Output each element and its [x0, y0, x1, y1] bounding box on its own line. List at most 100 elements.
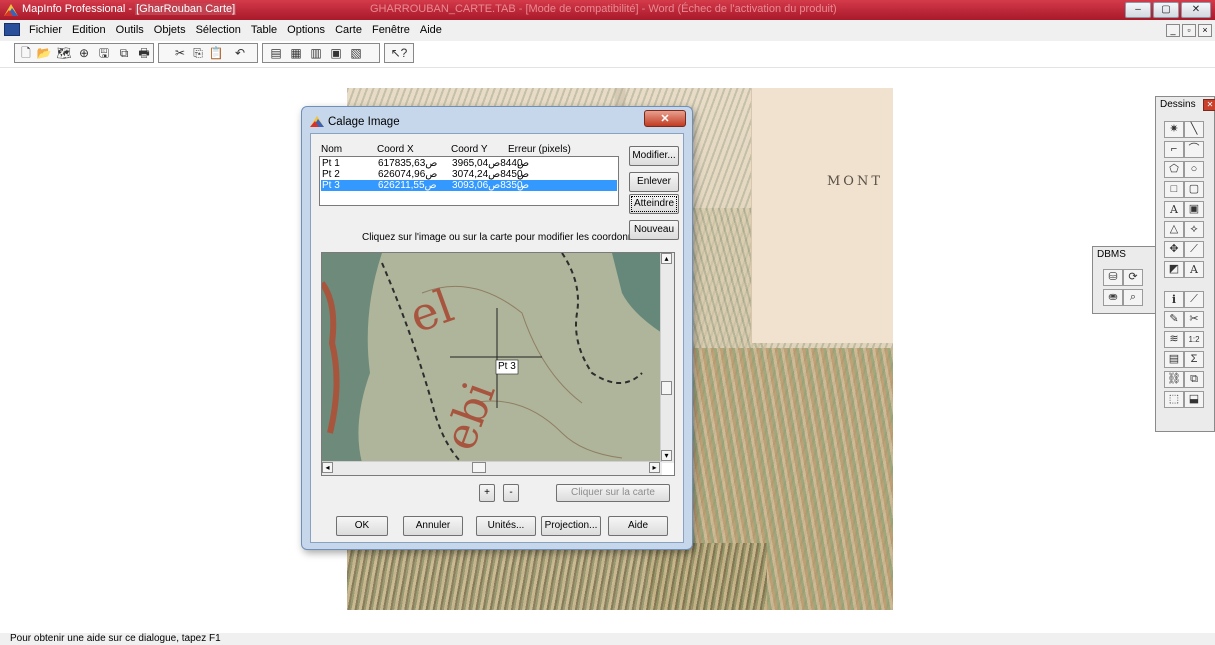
- layer-control-icon[interactable]: ≋: [1164, 331, 1184, 348]
- list-item[interactable]: Pt 1 617ص835,63 3ص844ص965,04 0: [321, 158, 617, 169]
- menu-item[interactable]: Edition: [67, 24, 111, 36]
- dbms-query-icon[interactable]: ⌕: [1123, 289, 1143, 306]
- menu-item[interactable]: Outils: [111, 24, 149, 36]
- points-list[interactable]: Pt 1 617ص835,63 3ص844ص965,04 0 Pt 2 626ص…: [319, 156, 619, 206]
- save-copy-icon[interactable]: ⧉: [115, 45, 133, 61]
- vertical-scrollbar[interactable]: ▴ ▾: [660, 253, 674, 463]
- scroll-down-icon[interactable]: ▾: [661, 450, 672, 461]
- dbms-connection-icon[interactable]: ⛂: [1103, 289, 1123, 306]
- menu-item[interactable]: Sélection: [191, 24, 246, 36]
- ruler-tool-icon[interactable]: ⟋: [1184, 291, 1204, 308]
- scroll-thumb[interactable]: [661, 381, 672, 395]
- text-tool-icon[interactable]: A: [1164, 201, 1184, 218]
- scroll-right-icon[interactable]: ▸: [649, 462, 660, 473]
- statistics-icon[interactable]: Σ: [1184, 351, 1204, 368]
- minimize-button[interactable]: –: [1125, 2, 1151, 18]
- info-tool-icon[interactable]: i: [1164, 291, 1184, 308]
- menu-bar: Fichier Edition Outils Objets Sélection Table…: [0, 20, 1215, 41]
- window-toolbar: ▤ ▦ ▥ ▣ ▧: [262, 43, 380, 63]
- text-style-icon[interactable]: A: [1184, 261, 1204, 278]
- scale-bar-icon[interactable]: 1:2: [1184, 331, 1204, 348]
- document-window-icon[interactable]: [4, 23, 20, 36]
- list-item-selected[interactable]: Pt 3 626ص211,55 3ص835ص093,06 0: [321, 180, 617, 191]
- nouveau-button[interactable]: Nouveau: [629, 220, 679, 240]
- menu-item[interactable]: Fichier: [24, 24, 67, 36]
- new-redistrict-icon[interactable]: ▧: [347, 45, 365, 61]
- menu-item[interactable]: Fenêtre: [367, 24, 415, 36]
- new-layout-icon[interactable]: ▣: [327, 45, 345, 61]
- boundary-select-icon[interactable]: ⬓: [1184, 391, 1204, 408]
- horizontal-scrollbar[interactable]: ◂ ▸: [322, 461, 662, 475]
- modifier-button[interactable]: Modifier...: [629, 146, 679, 166]
- context-help-icon[interactable]: ↖?: [390, 45, 408, 61]
- open-table-icon[interactable]: 🗺: [55, 45, 73, 61]
- region-style-icon[interactable]: ◩: [1164, 261, 1184, 278]
- reshape-tool-icon[interactable]: △: [1164, 221, 1184, 238]
- menu-item[interactable]: Aide: [415, 24, 447, 36]
- menu-item[interactable]: Table: [246, 24, 282, 36]
- map-region: [751, 88, 893, 343]
- refresh-dbms-icon[interactable]: ⟳: [1123, 269, 1143, 286]
- select-tool-icon[interactable]: ⬚: [1164, 391, 1184, 408]
- image-preview[interactable]: el ebi Pt 3 ▴ ▾ ◂ ▸: [321, 252, 675, 476]
- hotlink-icon[interactable]: ⛓: [1164, 371, 1184, 388]
- cut-icon[interactable]: ✂: [171, 45, 189, 61]
- copy-icon[interactable]: ⎘: [189, 45, 207, 61]
- dessins-close-icon[interactable]: ✕: [1203, 99, 1215, 111]
- scroll-thumb[interactable]: [472, 462, 486, 473]
- open-workspace-icon[interactable]: ⊕: [75, 45, 93, 61]
- marker-label: Pt 3: [498, 361, 516, 372]
- new-icon[interactable]: 🗋: [17, 45, 35, 61]
- symbol-tool-icon[interactable]: ✷: [1164, 121, 1184, 138]
- scroll-up-icon[interactable]: ▴: [661, 253, 672, 264]
- projection-button[interactable]: Projection...: [541, 516, 601, 536]
- scroll-left-icon[interactable]: ◂: [322, 462, 333, 473]
- menu-item[interactable]: Objets: [149, 24, 191, 36]
- aide-button[interactable]: Aide: [608, 516, 668, 536]
- polygon-tool-icon[interactable]: ⬠: [1164, 161, 1184, 178]
- label-tool-icon[interactable]: ✎: [1164, 311, 1184, 328]
- menu-item[interactable]: Carte: [330, 24, 367, 36]
- rectangle-tool-icon[interactable]: □: [1164, 181, 1184, 198]
- ok-button[interactable]: OK: [336, 516, 388, 536]
- unites-button[interactable]: Unités...: [476, 516, 536, 536]
- list-item[interactable]: Pt 2 626ص074,96 3ص845ص074,24 0: [321, 169, 617, 180]
- enlever-button[interactable]: Enlever: [629, 172, 679, 192]
- save-icon[interactable]: 🖫: [95, 45, 113, 61]
- add-node-tool-icon[interactable]: ⟡: [1184, 221, 1204, 238]
- legend-icon[interactable]: ▤: [1164, 351, 1184, 368]
- line-tool-icon[interactable]: ╲: [1184, 121, 1204, 138]
- rounded-rectangle-tool-icon[interactable]: ▢: [1184, 181, 1204, 198]
- zoom-out-button[interactable]: -: [503, 484, 519, 502]
- paste-icon[interactable]: 📋: [207, 45, 225, 61]
- mdi-restore-button[interactable]: ▫: [1182, 24, 1196, 37]
- arc-tool-icon[interactable]: ⌒: [1184, 141, 1204, 158]
- frame-tool-icon[interactable]: ▣: [1184, 201, 1204, 218]
- drag-window-icon[interactable]: ✂: [1184, 311, 1204, 328]
- open-icon[interactable]: 📂: [35, 45, 53, 61]
- open-dbms-table-icon[interactable]: ⛁: [1103, 269, 1123, 286]
- mdi-minimize-button[interactable]: _: [1166, 24, 1180, 37]
- instruction-text: Cliquez sur l'image ou sur la carte pour…: [362, 232, 650, 243]
- polyline-tool-icon[interactable]: ⌐: [1164, 141, 1184, 158]
- mdi-close-button[interactable]: ×: [1198, 24, 1212, 37]
- menu-item[interactable]: Options: [282, 24, 330, 36]
- line-style-icon[interactable]: ⟋: [1184, 241, 1204, 258]
- annuler-button[interactable]: Annuler: [403, 516, 463, 536]
- new-grapher-icon[interactable]: ▥: [307, 45, 325, 61]
- print-icon[interactable]: 🖶: [135, 45, 153, 61]
- undo-icon[interactable]: ↶: [231, 45, 249, 61]
- new-browser-icon[interactable]: ▤: [267, 45, 285, 61]
- new-mapper-icon[interactable]: ▦: [287, 45, 305, 61]
- ellipse-tool-icon[interactable]: ○: [1184, 161, 1204, 178]
- clip-region-icon[interactable]: ⧉: [1184, 371, 1204, 388]
- cliquer-sur-la-carte-button[interactable]: Cliquer sur la carte: [556, 484, 670, 502]
- dialog-close-button[interactable]: ✕: [644, 110, 686, 127]
- atteindre-button[interactable]: Atteindre: [629, 194, 679, 214]
- close-button[interactable]: ✕: [1181, 2, 1211, 18]
- column-header-coord-y: Coord Y: [451, 144, 488, 155]
- symbol-style-icon[interactable]: ✥: [1164, 241, 1184, 258]
- zoom-in-button[interactable]: +: [479, 484, 495, 502]
- map-image-preview[interactable]: el ebi Pt 3: [322, 253, 662, 463]
- maximize-button[interactable]: ▢: [1153, 2, 1179, 18]
